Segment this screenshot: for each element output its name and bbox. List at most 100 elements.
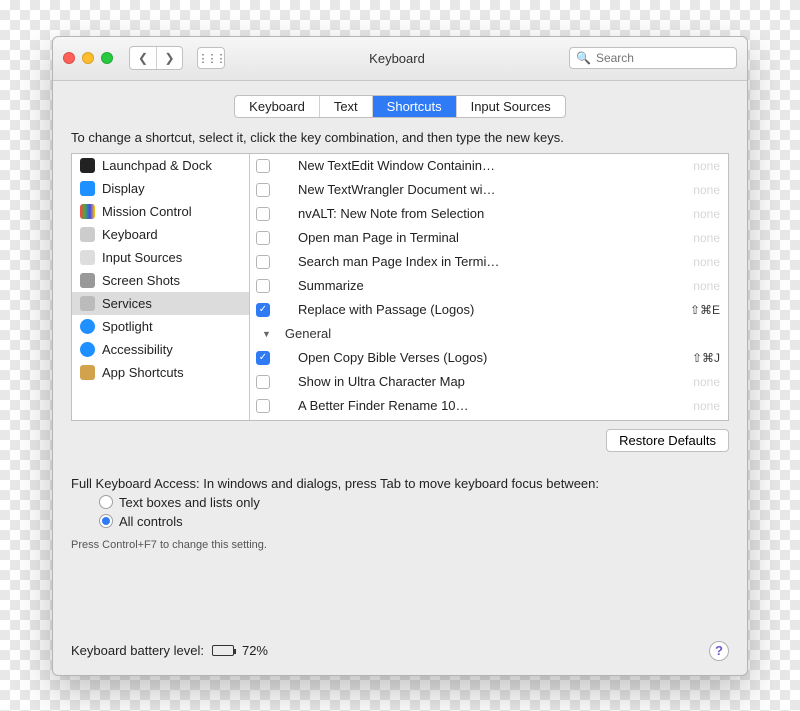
shortcut-checkbox[interactable]: ✓ <box>256 303 270 317</box>
disclosure-triangle-icon[interactable]: ▼ <box>262 329 271 339</box>
shortcut-row[interactable]: Summarize none <box>250 274 728 298</box>
shortcut-label: New TextEdit Window Containin… <box>278 158 685 173</box>
shortcut-key: none <box>693 399 720 413</box>
radio-button[interactable] <box>99 514 113 528</box>
shortcut-row[interactable]: nvALT: New Note from Selection none <box>250 202 728 226</box>
category-label: Keyboard <box>102 227 158 242</box>
shortcut-checkbox[interactable]: ✓ <box>256 351 270 365</box>
titlebar: ❮ ❯ ⋮⋮⋮ Keyboard 🔍 <box>53 37 747 81</box>
fka-option[interactable]: Text boxes and lists only <box>99 495 729 510</box>
shortcut-panels: Launchpad & Dock Display Mission Control Ke… <box>71 153 729 421</box>
restore-defaults-button[interactable]: Restore Defaults <box>606 429 729 452</box>
shortcut-key: none <box>693 255 720 269</box>
shortcut-label: Summarize <box>278 278 685 293</box>
shortcut-group[interactable]: ▼ General <box>250 322 728 346</box>
category-screen-shots[interactable]: Screen Shots <box>72 269 249 292</box>
help-button[interactable]: ? <box>709 641 729 661</box>
app-icon <box>80 365 95 380</box>
shortcut-key: none <box>693 183 720 197</box>
category-keyboard[interactable]: Keyboard <box>72 223 249 246</box>
accessibility-icon <box>80 342 95 357</box>
shortcut-row[interactable]: ✓Open Copy Bible Verses (Logos)⇧⌘J <box>250 346 728 370</box>
category-launchpad-dock[interactable]: Launchpad & Dock <box>72 154 249 177</box>
show-all-button[interactable]: ⋮⋮⋮ <box>197 47 225 69</box>
tab-keyboard[interactable]: Keyboard <box>235 96 319 117</box>
shortcut-row[interactable]: A Better Finder Rename 10… none <box>250 394 728 418</box>
shortcut-row[interactable]: New TextEdit Window Containin… none <box>250 154 728 178</box>
shortcut-row[interactable]: New TextWrangler Document wi…none <box>250 178 728 202</box>
shortcut-checkbox[interactable] <box>256 183 270 197</box>
shortcut-label: A Better Finder Rename 10… <box>278 398 685 413</box>
category-services[interactable]: Services <box>72 292 249 315</box>
shortcut-key: none <box>693 375 720 389</box>
shortcut-row[interactable]: Show in Ultra Character Map none <box>250 370 728 394</box>
tab-input-sources[interactable]: Input Sources <box>456 96 565 117</box>
category-list[interactable]: Launchpad & Dock Display Mission Control Ke… <box>72 154 250 420</box>
shortcut-row[interactable]: ✓ Replace with Passage (Logos) ⇧⌘E <box>250 298 728 322</box>
shortcut-label: Search man Page Index in Termi… <box>278 254 685 269</box>
shortcut-checkbox[interactable] <box>256 399 270 413</box>
shortcut-key: none <box>693 207 720 221</box>
forward-button[interactable]: ❯ <box>156 47 182 69</box>
category-spotlight[interactable]: Spotlight <box>72 315 249 338</box>
category-label: Display <box>102 181 145 196</box>
content-area: To change a shortcut, select it, click t… <box>53 128 747 627</box>
shortcut-row[interactable]: Search man Page Index in Termi… none <box>250 250 728 274</box>
category-input-sources[interactable]: Input Sources <box>72 246 249 269</box>
close-icon[interactable] <box>63 52 75 64</box>
minimize-icon[interactable] <box>82 52 94 64</box>
shortcut-checkbox[interactable] <box>256 159 270 173</box>
radio-label: All controls <box>119 514 183 529</box>
category-label: Screen Shots <box>102 273 180 288</box>
search-field[interactable]: 🔍 <box>569 47 737 69</box>
shortcut-checkbox[interactable] <box>256 231 270 245</box>
nav-buttons: ❮ ❯ <box>129 46 183 70</box>
tab-text[interactable]: Text <box>319 96 372 117</box>
search-input[interactable] <box>596 51 751 65</box>
group-label: General <box>279 326 720 341</box>
tabs-row: KeyboardTextShortcutsInput Sources <box>53 81 747 128</box>
category-label: Accessibility <box>102 342 173 357</box>
shortcut-key: none <box>693 159 720 173</box>
shortcut-checkbox[interactable] <box>256 207 270 221</box>
shortcut-key: none <box>693 279 720 293</box>
radio-button[interactable] <box>99 495 113 509</box>
category-app-shortcuts[interactable]: App Shortcuts <box>72 361 249 384</box>
shortcut-row[interactable]: Open man Page in Terminal none <box>250 226 728 250</box>
instruction-text: To change a shortcut, select it, click t… <box>71 130 729 145</box>
shortcut-key: none <box>693 231 720 245</box>
screenshot-icon <box>80 273 95 288</box>
footer: Keyboard battery level: 72% ? <box>53 627 747 675</box>
category-mission-control[interactable]: Mission Control <box>72 200 249 223</box>
keyboard-icon <box>80 227 95 242</box>
shortcut-label: Open man Page in Terminal <box>278 230 685 245</box>
radio-label: Text boxes and lists only <box>119 495 260 510</box>
battery-icon <box>212 645 234 656</box>
mission-icon <box>80 204 95 219</box>
shortcut-label: Show in Ultra Character Map <box>278 374 685 389</box>
shortcut-label: nvALT: New Note from Selection <box>278 206 685 221</box>
launchpad-icon <box>80 158 95 173</box>
full-keyboard-access: Full Keyboard Access: In windows and dia… <box>71 476 729 551</box>
shortcut-label: Replace with Passage (Logos) <box>278 302 682 317</box>
tab-shortcuts[interactable]: Shortcuts <box>372 96 456 117</box>
traffic-lights <box>63 52 113 64</box>
shortcut-checkbox[interactable] <box>256 255 270 269</box>
shortcut-checkbox[interactable] <box>256 375 270 389</box>
category-label: Services <box>102 296 152 311</box>
shortcut-label: Open Copy Bible Verses (Logos) <box>278 350 684 365</box>
category-label: Mission Control <box>102 204 192 219</box>
search-icon: 🔍 <box>576 51 591 65</box>
category-accessibility[interactable]: Accessibility <box>72 338 249 361</box>
category-display[interactable]: Display <box>72 177 249 200</box>
spotlight-icon <box>80 319 95 334</box>
shortcut-checkbox[interactable] <box>256 279 270 293</box>
display-icon <box>80 181 95 196</box>
zoom-icon[interactable] <box>101 52 113 64</box>
battery-label: Keyboard battery level: <box>71 643 204 658</box>
fka-option[interactable]: All controls <box>99 514 729 529</box>
back-button[interactable]: ❮ <box>130 47 156 69</box>
category-label: Launchpad & Dock <box>102 158 212 173</box>
shortcut-key: ⇧⌘E <box>690 303 720 317</box>
shortcut-list[interactable]: New TextEdit Window Containin…noneNew Te… <box>250 154 728 420</box>
